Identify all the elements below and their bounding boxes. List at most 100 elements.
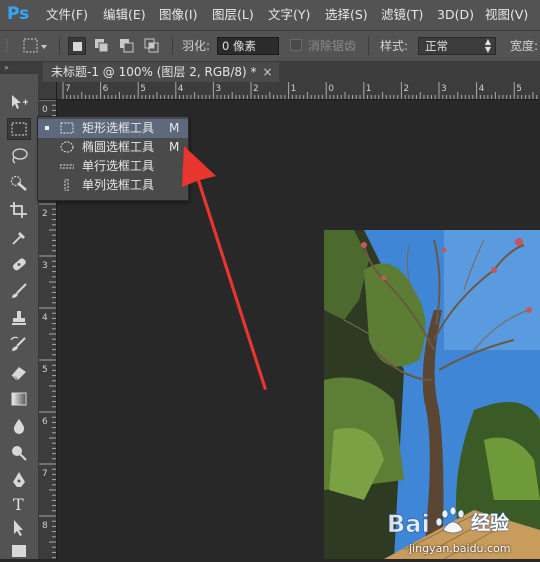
style-label: 样式: [380, 39, 409, 53]
document-tab-bar: 未标题-1 @ 100% (图层 2, RGB/8) * × [39, 62, 540, 82]
feather-label: 羽化: [182, 39, 211, 53]
ruler-label: 1 [291, 84, 297, 94]
pen-tool[interactable] [7, 469, 31, 491]
ruler-label: 5 [516, 84, 522, 94]
feather-input[interactable]: 0 像素 [217, 37, 279, 55]
path-selection-icon [14, 520, 23, 536]
lasso-icon [12, 148, 28, 164]
add-to-selection-button[interactable] [93, 37, 111, 55]
rect-marquee-icon [60, 122, 74, 134]
annotation-arrow [182, 146, 267, 390]
document-tab[interactable]: 未标题-1 @ 100% (图层 2, RGB/8) * × [43, 62, 279, 82]
width-label: 宽度: [510, 39, 539, 53]
photoshop-logo: Ps [7, 4, 30, 24]
eraser-tool[interactable] [7, 361, 31, 383]
type-icon: T [13, 495, 24, 513]
move-tool[interactable] [7, 91, 31, 113]
rectangle-shape-icon [12, 545, 26, 557]
menu-edit[interactable]: 编辑(E) [103, 0, 146, 30]
watermark-url: jingyan.baidu.com [409, 542, 511, 555]
document-title: 未标题-1 @ 100% (图层 2, RGB/8) * [51, 65, 257, 79]
ruler-label: 3 [441, 84, 447, 94]
type-tool[interactable]: T [7, 493, 31, 515]
panel-collapse-icon[interactable]: » [0, 62, 38, 74]
ruler-label: 2 [42, 209, 48, 219]
single-column-marquee-icon [64, 179, 69, 191]
menu-3d[interactable]: 3D(D) [437, 0, 474, 30]
horizontal-ruler[interactable]: 7 6 5 4 3 2 1 0 1 2 3 4 5 [57, 82, 540, 100]
water-drop-icon [13, 419, 25, 434]
flyout-label: 单列选框工具 [82, 178, 155, 192]
ruler-label: 7 [65, 84, 71, 94]
gradient-tool[interactable] [7, 388, 31, 410]
ruler-label: 2 [253, 84, 259, 94]
crop-tool[interactable] [7, 199, 31, 221]
healing-brush-tool[interactable] [7, 253, 31, 275]
path-selection-tool[interactable] [7, 517, 31, 539]
horizontal-ruler-ticks: 7 6 5 4 3 2 1 0 1 2 3 4 5 [62, 82, 538, 99]
menu-select[interactable]: 选择(S) [325, 0, 368, 30]
tools-panel: » T [0, 62, 39, 559]
ruler-label: 7 [42, 469, 48, 479]
ruler-origin[interactable] [39, 82, 57, 100]
menu-file[interactable]: 文件(F) [46, 0, 88, 30]
brush-icon [12, 283, 27, 298]
selected-indicator [45, 126, 49, 130]
single-row-marquee-icon [60, 164, 74, 169]
ruler-label: 2 [403, 84, 409, 94]
dodge-tool[interactable] [7, 442, 31, 464]
new-selection-button[interactable] [68, 37, 86, 55]
blur-tool[interactable] [7, 415, 31, 437]
subtract-from-selection-button[interactable] [118, 37, 136, 55]
tool-preset-icon[interactable] [22, 36, 50, 56]
marquee-tool[interactable] [7, 118, 31, 140]
clone-stamp-tool[interactable] [7, 307, 31, 329]
ruler-label: 6 [42, 417, 48, 427]
ruler-label: 4 [479, 84, 485, 94]
svg-text:T: T [13, 495, 24, 513]
ruler-label: 0 [328, 84, 334, 94]
close-icon[interactable]: × [263, 65, 273, 79]
marquee-tool-flyout: 矩形选框工具 M 椭圆选框工具 M 单行选框工具 单列选框工具 [37, 116, 189, 201]
intersect-selection-button[interactable] [143, 37, 161, 55]
quick-selection-tool[interactable] [7, 172, 31, 194]
menu-view[interactable]: 视图(V) [485, 0, 528, 30]
rect-marquee-icon [11, 122, 27, 136]
history-brush-tool[interactable] [7, 334, 31, 356]
flyout-item-rect-marquee[interactable]: 矩形选框工具 M [38, 119, 188, 138]
gradient-icon [11, 392, 27, 406]
ruler-label: 1 [366, 84, 372, 94]
brush-tool[interactable] [7, 280, 31, 302]
menu-layer[interactable]: 图层(L) [212, 0, 254, 30]
dodge-icon [12, 446, 27, 461]
ruler-label: 0 [42, 105, 48, 115]
ruler-label: 8 [42, 521, 48, 531]
stamp-icon [12, 311, 26, 325]
menu-filter[interactable]: 滤镜(T) [381, 0, 423, 30]
menu-bar: Ps 文件(F) 编辑(E) 图像(I) 图层(L) 文字(Y) 选择(S) 滤… [0, 0, 540, 31]
style-select[interactable]: 正常 ▲ ▼ [418, 37, 496, 55]
ruler-label: 4 [42, 313, 48, 323]
bandage-icon [12, 258, 26, 271]
watermark-brand: 经验 [471, 512, 510, 534]
flyout-item-ellipse-marquee[interactable]: 椭圆选框工具 M [38, 138, 188, 157]
menu-type[interactable]: 文字(Y) [268, 0, 310, 30]
svg-text:Bai: Bai [387, 510, 430, 538]
flyout-item-single-row-marquee[interactable]: 单行选框工具 [38, 157, 188, 176]
ruler-label: 3 [215, 84, 221, 94]
flyout-item-single-column-marquee[interactable]: 单列选框工具 [38, 176, 188, 195]
ellipse-marquee-icon [60, 141, 74, 153]
antialias-checkbox[interactable] [290, 39, 302, 51]
flyout-label: 矩形选框工具 [82, 121, 155, 135]
eyedropper-tool[interactable] [7, 226, 31, 248]
ruler-label: 6 [103, 84, 109, 94]
eyedropper-icon [12, 232, 25, 245]
history-brush-icon [10, 336, 26, 351]
options-grip-icon [6, 39, 8, 53]
select-arrows-icon: ▲ ▼ [484, 37, 491, 54]
ruler-label: 3 [42, 261, 48, 271]
antialias-label: 消除锯齿 [308, 39, 357, 53]
menu-image[interactable]: 图像(I) [159, 0, 197, 30]
eraser-icon [11, 367, 26, 380]
lasso-tool[interactable] [7, 145, 31, 167]
